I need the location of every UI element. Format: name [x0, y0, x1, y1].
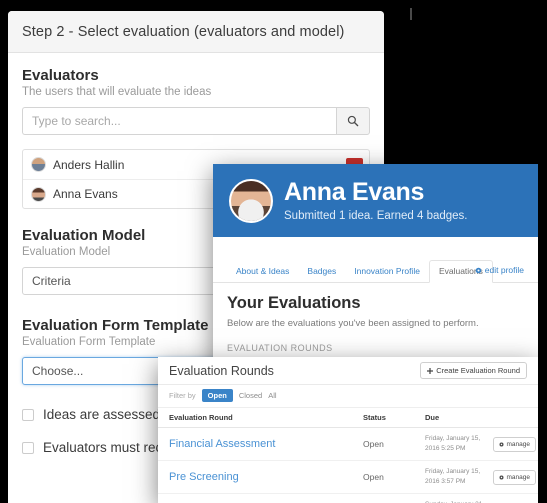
- rounds-header: Evaluation Rounds Create Evaluation Roun…: [158, 357, 538, 385]
- avatar: [31, 157, 46, 172]
- status-badge: Open: [363, 493, 425, 503]
- due-date-line1: Friday, January 15,: [425, 468, 481, 476]
- profile-tabs: About & Ideas Badges Innovation Profile …: [213, 237, 538, 283]
- evaluator-search-row: [22, 107, 370, 135]
- column-header-actions: [493, 408, 538, 428]
- round-link-pre-screening[interactable]: Pre Screening: [169, 471, 239, 483]
- column-header-status: Status: [363, 408, 425, 428]
- gear-icon: [499, 475, 504, 480]
- status-badge: Open: [363, 427, 425, 462]
- tab-about-ideas[interactable]: About & Ideas: [227, 261, 298, 282]
- evaluator-name: Anna Evans: [53, 187, 118, 201]
- due-date: Friday, January 15, 2016 5:25 PM: [425, 427, 493, 462]
- filter-option-all[interactable]: All: [268, 391, 276, 400]
- your-evaluations-heading: Your Evaluations: [227, 294, 361, 312]
- evaluator-name: Anders Hallin: [53, 157, 125, 172]
- avatar: [229, 178, 273, 223]
- column-header-round: Evaluation Round: [158, 408, 363, 428]
- create-evaluation-round-button[interactable]: Create Evaluation Round: [420, 362, 527, 379]
- table-body: Financial Assessment Open Friday, Januar…: [158, 427, 538, 503]
- gear-icon: [475, 267, 482, 274]
- manage-label: manage: [506, 473, 531, 481]
- edit-profile-label: edit profile: [484, 265, 524, 275]
- due-date: Sunday, January 31, 2016 10:39 PM: [425, 493, 493, 503]
- filter-by-label: Filter by: [169, 391, 196, 400]
- table-header-row: Evaluation Round Status Due: [158, 408, 538, 428]
- round-link-financial-assessment[interactable]: Financial Assessment: [169, 438, 275, 450]
- search-input[interactable]: [22, 107, 336, 135]
- avatar: [31, 186, 46, 202]
- manage-label: manage: [506, 440, 531, 448]
- gear-icon: [499, 442, 504, 447]
- rounds-title: Evaluation Rounds: [169, 363, 274, 378]
- rounds-filter-bar: Filter by Open Closed All: [158, 385, 538, 408]
- table-row[interactable]: Strategic Fit Open Sunday, January 31, 2…: [158, 493, 538, 503]
- checkbox-must-recommend[interactable]: [22, 441, 34, 454]
- evaluation-rounds-panel: Evaluation Rounds Create Evaluation Roun…: [158, 357, 538, 503]
- checkbox-assessed-once[interactable]: [22, 408, 34, 421]
- table-header: Evaluation Round Status Due: [158, 408, 538, 428]
- evaluators-subtext: The users that will evaluate the ideas: [22, 86, 212, 98]
- page-title: Step 2 - Select evaluation (evaluators a…: [22, 23, 345, 40]
- edit-profile-link[interactable]: edit profile: [475, 265, 524, 275]
- table-row[interactable]: Pre Screening Open Friday, January 15, 2…: [158, 460, 538, 495]
- search-button[interactable]: [336, 107, 370, 135]
- manage-button[interactable]: manage: [493, 469, 536, 485]
- column-header-due: Due: [425, 408, 493, 428]
- profile-stats: Submitted 1 idea. Earned 4 badges.: [284, 209, 468, 222]
- wizard-header: Step 2 - Select evaluation (evaluators a…: [8, 11, 384, 53]
- tab-badges[interactable]: Badges: [298, 261, 345, 282]
- evaluators-heading: Evaluators: [22, 67, 99, 84]
- filter-option-closed[interactable]: Closed: [239, 391, 262, 400]
- table-row[interactable]: Financial Assessment Open Friday, Januar…: [158, 427, 538, 462]
- decorative-mark: [410, 8, 412, 20]
- due-date-line1: Friday, January 15,: [425, 435, 481, 442]
- screenshot-stage: Step 2 - Select evaluation (evaluators a…: [0, 0, 547, 503]
- status-badge: Open: [363, 460, 425, 495]
- due-date-line2: 2016 5:25 PM: [425, 445, 466, 453]
- profile-identity: Anna Evans Submitted 1 idea. Earned 4 ba…: [284, 178, 468, 222]
- search-icon: [347, 115, 359, 127]
- create-button-label: Create Evaluation Round: [436, 366, 520, 375]
- manage-button[interactable]: manage: [493, 436, 536, 452]
- profile-header: Anna Evans Submitted 1 idea. Earned 4 ba…: [213, 164, 538, 237]
- tab-innovation-profile[interactable]: Innovation Profile: [345, 261, 429, 282]
- due-date-line2: 2016 3:57 PM: [425, 478, 466, 486]
- due-date: Friday, January 15, 2016 3:57 PM: [425, 460, 493, 495]
- evaluation-rounds-table: Evaluation Round Status Due Financial As…: [158, 408, 538, 503]
- plus-icon: [427, 367, 434, 374]
- profile-name: Anna Evans: [284, 178, 425, 207]
- your-evaluations-lead: Below are the evaluations you've been as…: [227, 318, 479, 329]
- filter-option-open[interactable]: Open: [201, 389, 233, 402]
